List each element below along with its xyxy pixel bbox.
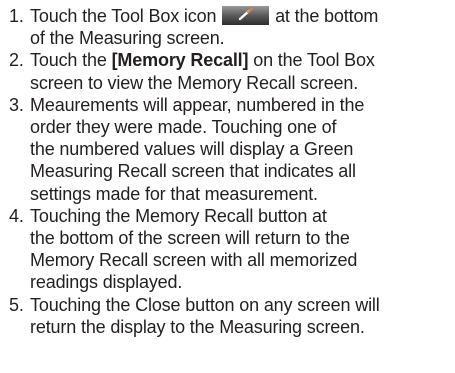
step-4: 4. Touching the Memory Recall button at … xyxy=(0,205,455,294)
step-line: return the display to the Measuring scre… xyxy=(30,316,365,337)
step-line: the bottom of the screen will return to … xyxy=(30,228,350,249)
step-line: Touch the [Memory Recall] on the Tool Bo… xyxy=(30,49,455,71)
step-text: Touch the xyxy=(30,50,107,71)
step-3: 3. Meaurements will appear, numbered in … xyxy=(0,94,455,205)
step-5: 5. Touching the Close button on any scre… xyxy=(0,294,455,338)
tool-box-icon xyxy=(222,6,270,25)
step-line: Measuring Recall screen that indicates a… xyxy=(30,161,356,182)
step-line: Touch the Tool Box icon at the bottom xyxy=(30,5,455,27)
step-text: Touch the Tool Box icon xyxy=(30,6,217,26)
step-line: readings displayed. xyxy=(30,272,183,293)
step-line: Touching the Memory Recall button at xyxy=(30,205,327,226)
step-line: Touching the Close button on any screen … xyxy=(30,294,380,315)
step-number: 4. xyxy=(9,205,24,226)
step-number: 2. xyxy=(9,50,24,71)
step-text: at the bottom xyxy=(275,6,379,26)
step-line: settings made for that measurement. xyxy=(30,183,318,204)
step-number: 1. xyxy=(9,6,24,26)
memory-recall-label: [Memory Recall] xyxy=(111,50,249,71)
step-line: Memory Recall screen with all memorized xyxy=(30,250,358,271)
step-line: of the Measuring screen. xyxy=(30,28,225,49)
step-line: Meaurements will appear, numbered in the xyxy=(30,94,365,115)
step-number: 5. xyxy=(9,294,24,315)
step-number: 3. xyxy=(9,94,24,115)
instruction-list: 1. Touch the Tool Box icon at the bottom… xyxy=(0,0,455,337)
step-text: on the Tool Box xyxy=(253,50,375,71)
step-line: order they were made. Touching one of xyxy=(30,117,337,138)
step-line: screen to view the Memory Recall screen. xyxy=(30,72,359,93)
step-1: 1. Touch the Tool Box icon at the bottom… xyxy=(0,5,455,49)
step-2: 2. Touch the [Memory Recall] on the Tool… xyxy=(0,49,455,93)
step-line: the numbered values will display a Green xyxy=(30,139,354,160)
